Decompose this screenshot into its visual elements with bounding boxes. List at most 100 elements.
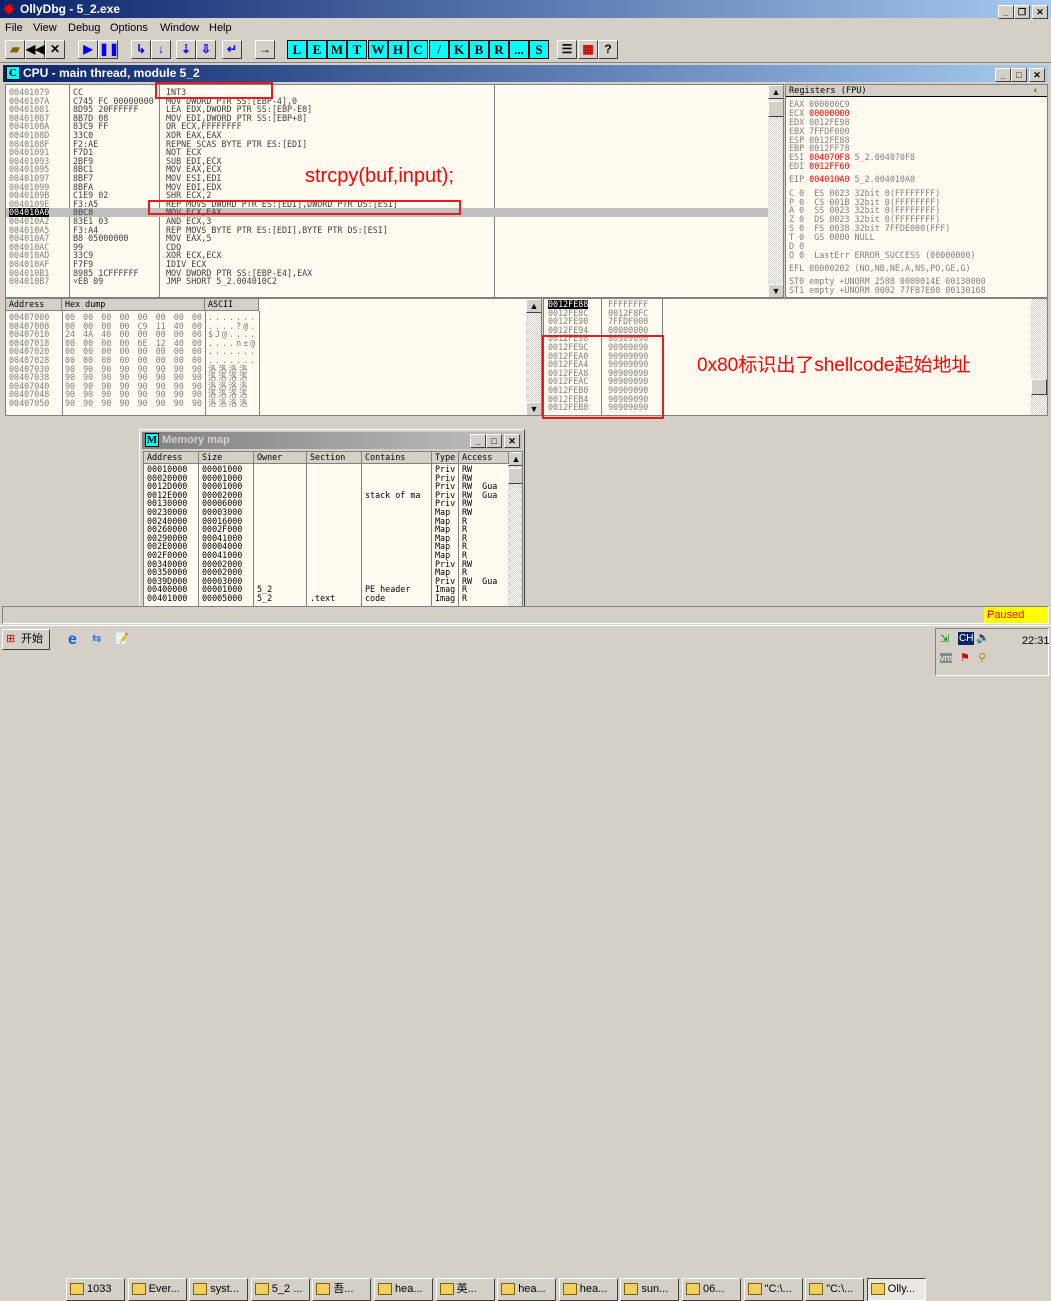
window-button-12[interactable]: S: [529, 40, 549, 59]
taskbar-button[interactable]: hea...: [558, 1278, 618, 1301]
restore-button[interactable]: ❐: [1014, 5, 1030, 19]
disasm-row[interactable]: 004010B1 8985 1CFFFFFF MOV DWORD PTR SS:[E…: [6, 268, 768, 278]
memmap-cell[interactable]: 5_2: [257, 594, 272, 603]
window-button-3[interactable]: T: [347, 40, 367, 59]
close-program-icon[interactable]: ✕: [45, 40, 65, 59]
ie-icon[interactable]: e: [68, 631, 77, 649]
memmap-cell[interactable]: 00401000: [147, 594, 187, 603]
step-into-icon[interactable]: ↳: [131, 40, 151, 59]
window-button-10[interactable]: R: [489, 40, 509, 59]
register-changed-value[interactable]: 0012FF60: [809, 161, 849, 171]
trace-into-icon[interactable]: ⇣: [176, 40, 196, 59]
memmap-header-type[interactable]: Type: [432, 452, 459, 464]
memmap-cell[interactable]: .text: [310, 594, 335, 603]
memmap-minimize-button[interactable]: _: [470, 434, 486, 448]
disasm-row[interactable]: 00401081 8D95 20FFFFFF LEA EDX,DWORD PTR S…: [6, 105, 768, 114]
memmap-header-owner[interactable]: Owner: [254, 452, 307, 464]
memmap-scrollbar[interactable]: ▲: [508, 452, 522, 606]
memmap-header-contains[interactable]: Contains: [362, 452, 432, 464]
safely-remove-icon[interactable]: ⇲: [940, 632, 949, 645]
collapse-arrow-icon[interactable]: ‹: [1033, 85, 1038, 97]
cpu-minimize-button[interactable]: _: [995, 68, 1011, 82]
taskbar-button[interactable]: 英...: [435, 1278, 495, 1301]
window-button-4[interactable]: W: [368, 40, 388, 59]
window-button-0[interactable]: L: [287, 40, 307, 59]
disasm-row[interactable]: 00401087 8B7D 08 MOV EDI,DWORD PTR SS:[EBP…: [6, 114, 768, 123]
stack-scrollbar[interactable]: [1031, 299, 1047, 415]
memmap-cell[interactable]: stack of ma: [365, 491, 420, 500]
register-changed-value[interactable]: 004010A0: [809, 174, 849, 184]
scroll-up-button[interactable]: ▲: [768, 85, 783, 99]
open-icon[interactable]: ▰: [5, 40, 25, 59]
hex-dump-pane[interactable]: Address Hex dump ASCII ▲ ▼ 00407000 00 00…: [5, 298, 542, 416]
disasm-row[interactable]: 00401091 F7D1 NOT ECX: [6, 148, 768, 157]
menu-options[interactable]: Options: [110, 19, 148, 37]
search-icon[interactable]: ⚲: [978, 651, 986, 664]
window-button-1[interactable]: E: [307, 40, 327, 59]
memmap-close-button[interactable]: ✕: [504, 434, 520, 448]
disasm-row[interactable]: 0040108F F2:AE REPNE SCAS BYTE PTR ES:[EDI…: [6, 139, 768, 149]
disasm-row[interactable]: 00401079 CC INT3: [6, 88, 768, 97]
disasm-row[interactable]: 004010A7 B8 05000000 MOV EAX,5: [6, 234, 768, 243]
pause-icon[interactable]: ❚❚: [98, 40, 119, 59]
minimize-button[interactable]: _: [998, 5, 1014, 19]
scroll-thumb[interactable]: [768, 101, 783, 117]
taskbar-button[interactable]: 06...: [682, 1278, 741, 1301]
cpu-close-button[interactable]: ✕: [1029, 68, 1045, 82]
menu-view[interactable]: View: [33, 19, 57, 37]
disasm-row[interactable]: 0040108D 33C0 XOR EAX,EAX: [6, 131, 768, 140]
memmap-cell[interactable]: 00005000: [202, 594, 242, 603]
window-button-2[interactable]: M: [327, 40, 347, 59]
menu-help[interactable]: Help: [209, 19, 232, 37]
dump-header-address[interactable]: Address: [6, 299, 62, 311]
cpu-maximize-button[interactable]: □: [1011, 68, 1027, 82]
menu-window[interactable]: Window: [160, 19, 199, 37]
disassembly-scrollbar[interactable]: ▲ ▼: [768, 85, 783, 297]
disasm-row[interactable]: 0040108A 83C9 FF OR ECX,FFFFFFFF: [6, 122, 768, 131]
windows-flag-icon[interactable]: ⚑: [960, 651, 970, 664]
memmap-scroll-up[interactable]: ▲: [508, 452, 522, 466]
memmap-header-section[interactable]: Section: [307, 452, 362, 464]
taskbar-button[interactable]: 5_2 ...: [250, 1278, 310, 1301]
window-button-7[interactable]: /: [429, 40, 449, 59]
appearance-list-icon[interactable]: ☰: [557, 40, 577, 59]
memmap-cell[interactable]: Imag: [435, 594, 455, 603]
taskbar-button[interactable]: hea...: [497, 1278, 557, 1301]
memmap-header-address[interactable]: Address: [144, 452, 199, 464]
run-icon[interactable]: ▶: [78, 40, 98, 59]
window-button-8[interactable]: K: [449, 40, 469, 59]
colors-icon[interactable]: ▦: [578, 40, 598, 59]
volume-icon[interactable]: 🔈: [976, 631, 990, 644]
memmap-cell[interactable]: code: [365, 594, 385, 603]
network-icon[interactable]: ⇆: [92, 632, 101, 645]
restart-icon[interactable]: ◀◀: [25, 40, 45, 59]
dump-scroll-down[interactable]: ▼: [526, 402, 541, 415]
disassembly-pane[interactable]: ▲ ▼ 00401079 CC INT3 0040107A C745 FC 000000…: [5, 84, 784, 298]
memmap-header-access[interactable]: Access: [459, 452, 509, 464]
memmap-maximize-button[interactable]: □: [486, 434, 502, 448]
start-button[interactable]: ⊞ 开始: [2, 629, 50, 650]
window-button-11[interactable]: ...: [509, 40, 529, 59]
menu-debug[interactable]: Debug: [68, 19, 100, 37]
taskbar-button[interactable]: hea...: [374, 1278, 433, 1301]
go-to-origin-icon[interactable]: →: [255, 40, 275, 59]
disasm-row[interactable]: 004010A5 F3:A4 REP MOVS BYTE PTR ES:[EDI],…: [6, 225, 768, 235]
stack-scroll-thumb[interactable]: [1031, 379, 1047, 395]
taskbar-button[interactable]: Ever...: [127, 1278, 187, 1301]
memmap-header-size[interactable]: Size: [199, 452, 254, 464]
memmap-cell[interactable]: R: [462, 594, 467, 603]
close-button[interactable]: ✕: [1032, 5, 1048, 19]
memmap-scroll-thumb[interactable]: [508, 468, 522, 484]
window-button-5[interactable]: H: [388, 40, 408, 59]
taskbar-button[interactable]: syst...: [189, 1278, 249, 1301]
window-button-6[interactable]: C: [408, 40, 428, 59]
taskbar-button[interactable]: 1033: [66, 1278, 125, 1301]
dump-header-hex[interactable]: Hex dump: [62, 299, 205, 311]
disasm-row[interactable]: 004010AC 99 CDQ: [6, 243, 768, 252]
dump-scrollbar[interactable]: ▲ ▼: [526, 299, 541, 415]
dump-header-ascii[interactable]: ASCII: [205, 299, 259, 311]
notepad-icon[interactable]: 📝: [115, 632, 129, 645]
trace-over-icon[interactable]: ⇩: [196, 40, 216, 59]
menu-file[interactable]: File: [5, 19, 23, 37]
dump-scroll-up[interactable]: ▲: [526, 299, 541, 313]
